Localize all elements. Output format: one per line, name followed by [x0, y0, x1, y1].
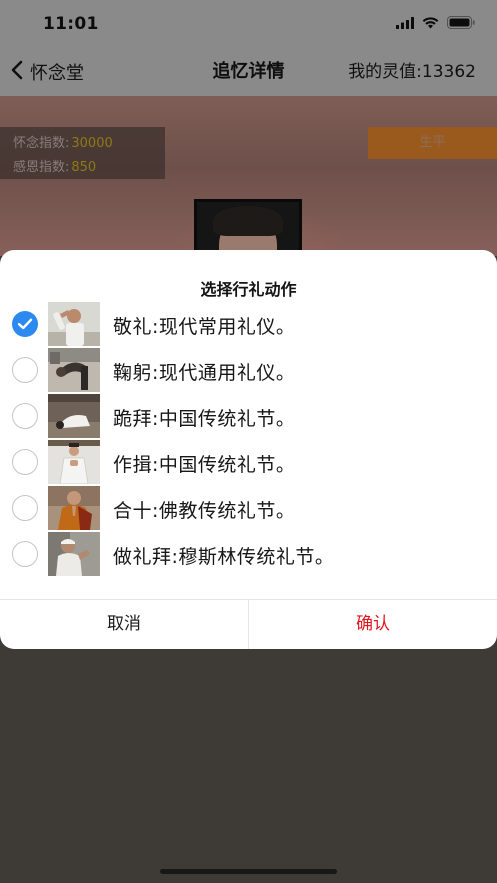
status-bar: 11:01 — [0, 0, 497, 48]
bow-thumbnail — [48, 348, 100, 392]
option-label: 作揖:中国传统礼节。 — [113, 454, 296, 476]
option-salute[interactable]: 敬礼:现代常用礼仪。 — [0, 301, 497, 347]
option-label: 做礼拜:穆斯林传统礼节。 — [113, 546, 335, 568]
battery-icon — [447, 14, 475, 33]
spirit-value: 我的灵值:13362 — [348, 62, 476, 82]
radio-unchecked-icon[interactable] — [12, 403, 38, 429]
biography-button[interactable]: 生平 — [368, 127, 497, 159]
option-palms-together[interactable]: 合十:佛教传统礼节。 — [0, 485, 497, 531]
confirm-button[interactable]: 确认 — [249, 600, 497, 649]
cupped-salute-thumbnail — [48, 440, 100, 484]
remembrance-index: 怀念指数: 30000 — [13, 132, 113, 151]
radio-unchecked-icon[interactable] — [12, 357, 38, 383]
gratitude-index: 感恩指数: 850 — [13, 156, 96, 175]
status-time: 11:01 — [43, 14, 99, 34]
wifi-icon — [422, 14, 439, 33]
option-bow[interactable]: 鞠躬:现代通用礼仪。 — [0, 347, 497, 393]
radio-unchecked-icon[interactable] — [12, 495, 38, 521]
home-indicator[interactable] — [160, 869, 337, 874]
radio-unchecked-icon[interactable] — [12, 449, 38, 475]
kneel-thumbnail — [48, 394, 100, 438]
option-kneel[interactable]: 跪拜:中国传统礼节。 — [0, 393, 497, 439]
dialog-title: 选择行礼动作 — [200, 280, 297, 299]
option-label: 敬礼:现代常用礼仪。 — [113, 316, 296, 338]
stats-panel: 怀念指数: 30000 感恩指数: 850 — [0, 127, 165, 179]
nav-bar: 怀念堂 追忆详情 我的灵值:13362 — [0, 48, 497, 96]
palms-together-thumbnail — [48, 486, 100, 530]
memorial-portrait — [194, 199, 302, 256]
option-prayer[interactable]: 做礼拜:穆斯林传统礼节。 — [0, 531, 497, 577]
stat-label: 感恩指数: — [13, 160, 70, 175]
option-label: 合十:佛教传统礼节。 — [113, 500, 296, 522]
stat-value: 30000 — [71, 136, 113, 151]
option-label: 鞠躬:现代通用礼仪。 — [113, 362, 296, 384]
radio-unchecked-icon[interactable] — [12, 541, 38, 567]
option-label: 跪拜:中国传统礼节。 — [113, 408, 296, 430]
signal-icon — [396, 14, 414, 33]
stat-label: 怀念指数: — [13, 136, 70, 151]
stat-value: 850 — [71, 160, 97, 175]
prayer-thumbnail — [48, 532, 100, 576]
cancel-button[interactable]: 取消 — [0, 600, 248, 649]
radio-checked-icon[interactable] — [12, 311, 38, 337]
option-cupped-salute[interactable]: 作揖:中国传统礼节。 — [0, 439, 497, 485]
status-icons — [396, 14, 475, 33]
memorial-banner: 怀念指数: 30000 感恩指数: 850 生平 — [0, 96, 497, 256]
salute-thumbnail — [48, 302, 100, 346]
salute-action-dialog: 选择行礼动作 敬礼:现代常用礼仪。 鞠躬:现代通用礼仪。 跪拜:中国传统礼节。 … — [0, 250, 497, 649]
